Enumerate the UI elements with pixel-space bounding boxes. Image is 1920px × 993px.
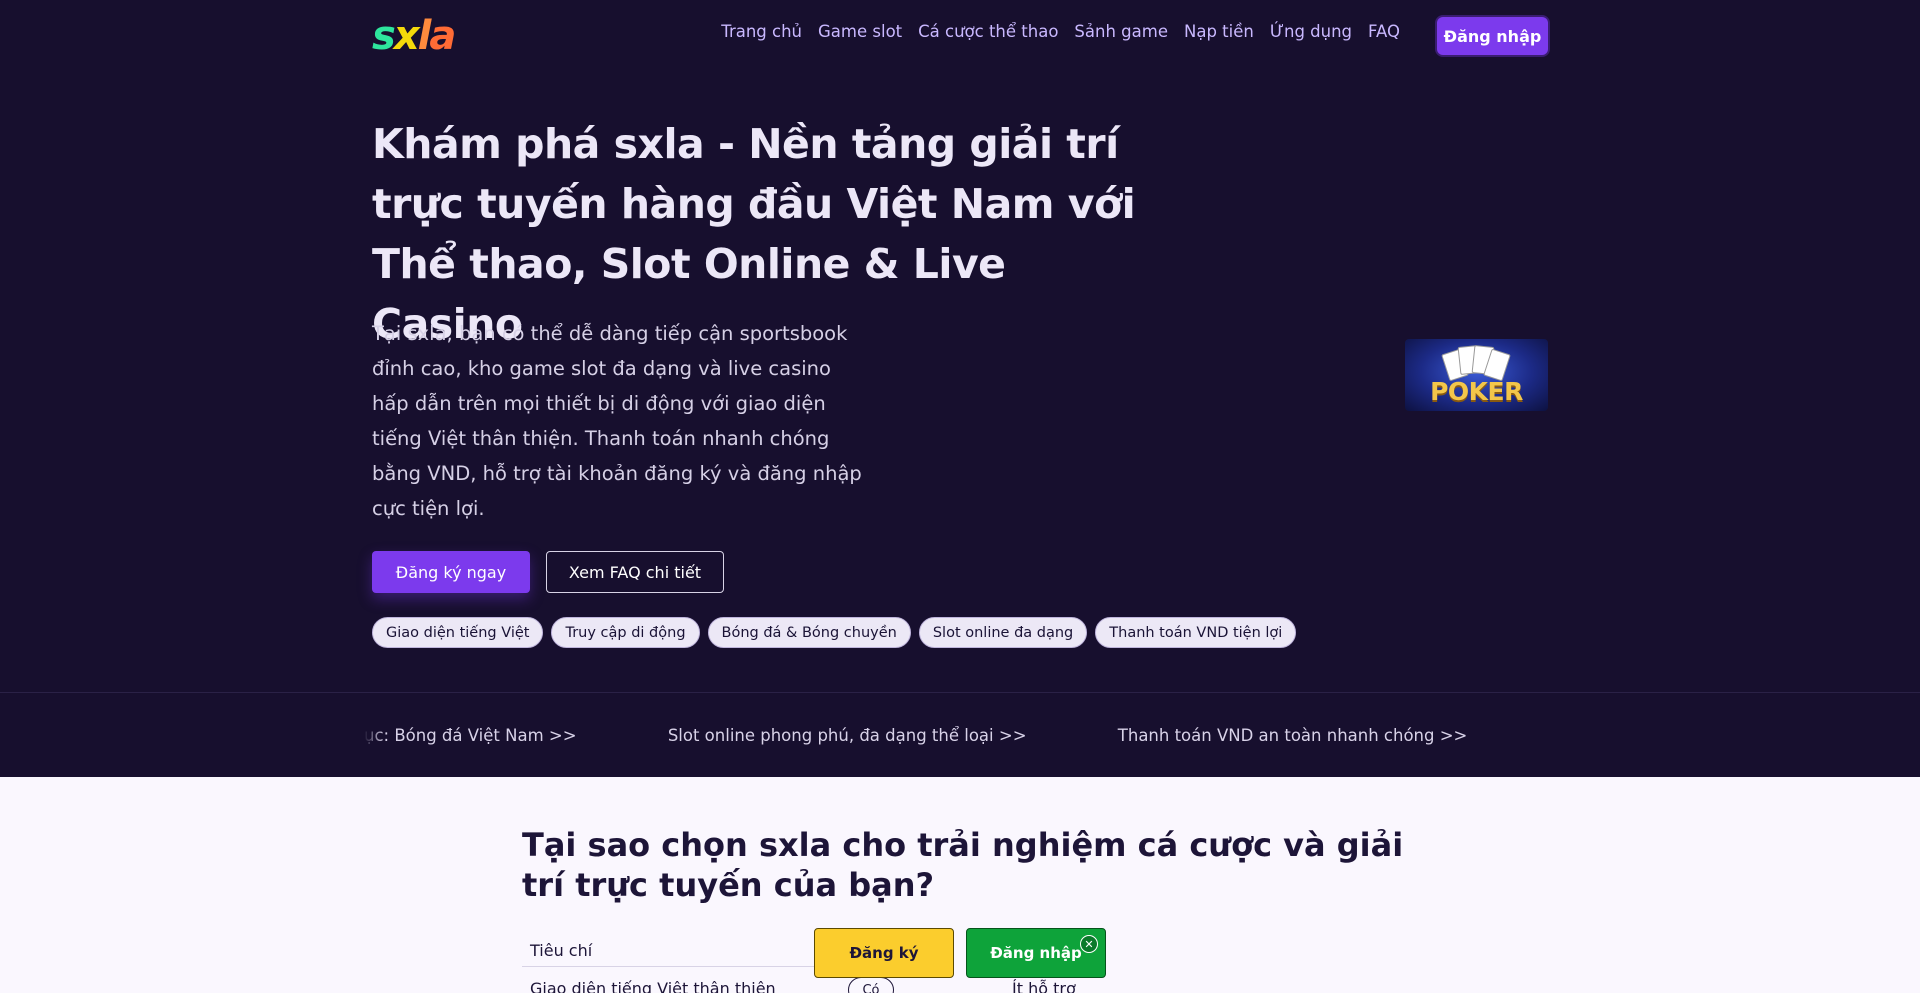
why-choose-section: Tại sao chọn sxla cho trải nghiệm cá cượ…: [0, 777, 1920, 993]
main-nav: Trang chủ Game slot Cá cược thể thao Sản…: [721, 22, 1400, 41]
register-now-button[interactable]: Đăng ký ngay: [372, 551, 530, 593]
feature-tag: Thanh toán VND tiện lợi: [1095, 617, 1297, 648]
nav-item-deposit[interactable]: Nạp tiền: [1184, 22, 1254, 41]
hero-title-line: Khám phá sxla - Nền tảng giải trí: [372, 120, 1119, 168]
nav-item-game-slot[interactable]: Game slot: [818, 22, 902, 41]
ticker-fade: [364, 717, 384, 757]
news-ticker: ục: Bóng đá Việt Nam >> Slot online phon…: [0, 692, 1920, 777]
site-logo[interactable]: sxla: [372, 13, 456, 59]
playing-cards-icon: [1441, 343, 1511, 382]
feature-tag: Giao diện tiếng Việt: [372, 617, 544, 648]
floating-register-button[interactable]: Đăng ký: [814, 928, 954, 978]
nav-item-home[interactable]: Trang chủ: [721, 22, 802, 41]
feature-tag: Bóng đá & Bóng chuyền: [707, 617, 911, 648]
poker-label: POKER: [1430, 377, 1523, 406]
nav-item-game-lobby[interactable]: Sảnh game: [1074, 22, 1168, 41]
feature-tags: Giao diện tiếng Việt Truy cập di động Bó…: [372, 617, 1297, 648]
poker-image[interactable]: POKER: [1405, 339, 1548, 411]
feature-tag: Truy cập di động: [551, 617, 700, 648]
table-row-label: Giao diện tiếng Việt thân thiện: [530, 979, 776, 993]
site-header: sxla Trang chủ Game slot Cá cược thể tha…: [0, 0, 1920, 72]
ticker-item[interactable]: Slot online phong phú, đa dạng thể loại …: [668, 726, 1027, 745]
nav-item-faq[interactable]: FAQ: [1368, 22, 1400, 41]
view-faq-button[interactable]: Xem FAQ chi tiết: [546, 551, 724, 593]
hero-title-line: trực tuyến hàng đầu Việt Nam với: [372, 180, 1136, 228]
ticker-item[interactable]: ục: Bóng đá Việt Nam >>: [364, 726, 577, 745]
nav-item-app[interactable]: Ứng dụng: [1270, 22, 1352, 41]
feature-tag: Slot online đa dạng: [918, 617, 1088, 648]
section-title: Tại sao chọn sxla cho trải nghiệm cá cượ…: [522, 826, 1404, 904]
table-row-other: Ít hỗ trợ: [1012, 979, 1076, 993]
close-icon[interactable]: ✕: [1080, 935, 1098, 953]
header-login-button[interactable]: Đăng nhập: [1437, 17, 1548, 55]
hero-description: Tại sxla, bạn có thể dễ dàng tiếp cận sp…: [372, 322, 862, 520]
status-badge: Có: [848, 977, 894, 993]
nav-item-sports-betting[interactable]: Cá cược thể thao: [918, 22, 1058, 41]
ticker-item[interactable]: Thanh toán VND an toàn nhanh chóng >>: [1118, 726, 1468, 745]
